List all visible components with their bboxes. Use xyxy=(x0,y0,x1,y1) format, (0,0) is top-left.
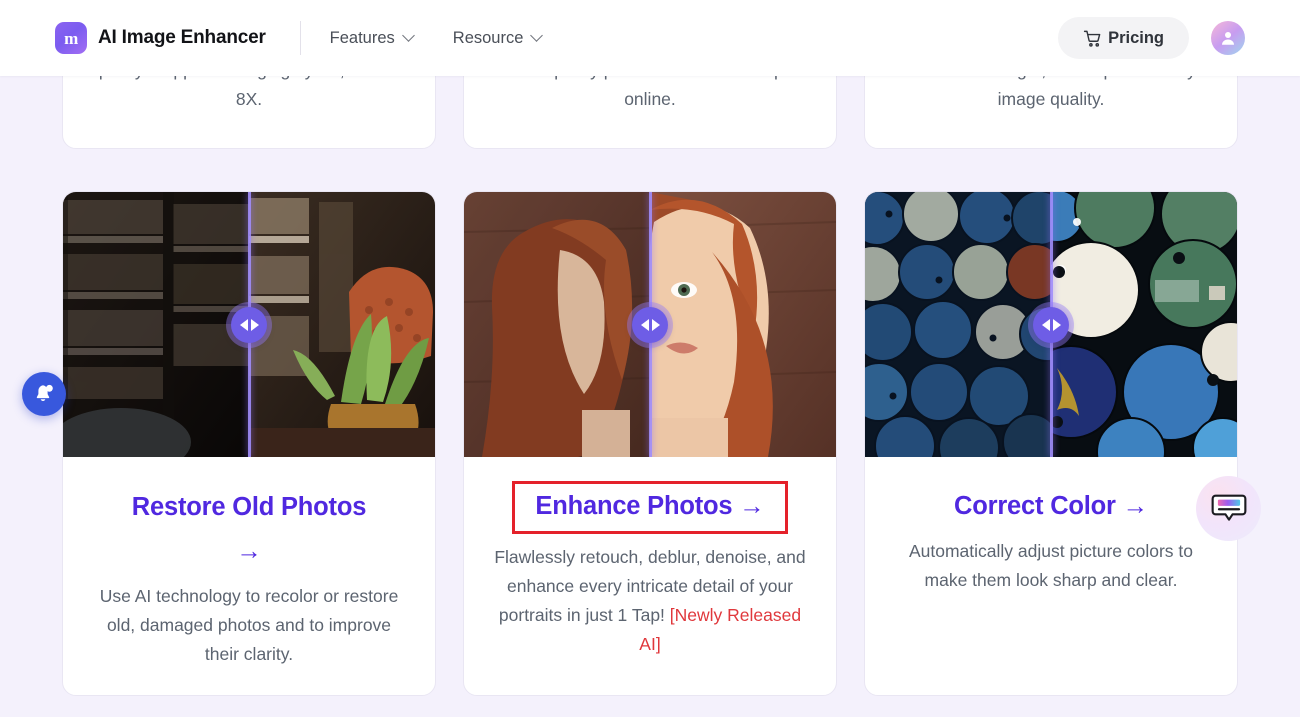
card-title-link[interactable]: Enhance Photos → xyxy=(512,481,787,534)
arrow-right-icon: → xyxy=(739,492,764,520)
feature-card-correct-color[interactable]: Correct Color → Automatically adjust pic… xyxy=(864,191,1238,696)
pricing-button[interactable]: Pricing xyxy=(1058,17,1189,59)
logo-glyph: m xyxy=(64,30,78,47)
slider-right-arrow-icon xyxy=(1053,319,1061,331)
page-root: quality. Support enlarging by 2X, 4X and… xyxy=(0,0,1300,717)
user-avatar[interactable] xyxy=(1211,21,1245,55)
nav-item-label: Features xyxy=(330,29,395,48)
card-description: Use AI technology to recolor or restore … xyxy=(93,582,405,669)
chat-widget-button[interactable] xyxy=(1196,476,1261,541)
main-nav: Features Resource xyxy=(330,29,544,48)
before-image xyxy=(464,192,650,457)
card-body: Correct Color → Automatically adjust pic… xyxy=(865,457,1237,695)
shopping-cart-icon xyxy=(1083,29,1102,48)
slider-right-arrow-icon xyxy=(251,319,259,331)
before-after-media[interactable] xyxy=(63,192,435,457)
card-title-text: Enhance Photos xyxy=(535,492,732,520)
feature-cards-row: Restore Old Photos → Use AI technology t… xyxy=(0,191,1300,696)
card-description: Flawlessly retouch, deblur, denoise, and… xyxy=(494,543,806,659)
brand-name: AI Image Enhancer xyxy=(98,27,266,49)
user-avatar-icon xyxy=(1219,29,1237,47)
feature-card-enhance-photos[interactable]: Enhance Photos → Flawlessly retouch, deb… xyxy=(463,191,837,696)
card-body: Enhance Photos → Flawlessly retouch, deb… xyxy=(464,457,836,695)
brand-logo[interactable]: m AI Image Enhancer xyxy=(55,22,266,54)
feature-card-restore-old-photos[interactable]: Restore Old Photos → Use AI technology t… xyxy=(62,191,436,696)
before-image xyxy=(63,192,249,457)
card-title-text: Restore Old Photos xyxy=(132,493,366,521)
card-title-text: Correct Color xyxy=(954,492,1116,520)
before-after-slider-handle[interactable] xyxy=(1033,307,1069,343)
card-body: Restore Old Photos → Use AI technology t… xyxy=(63,457,435,695)
app-logo-icon: m xyxy=(55,22,87,54)
slider-left-arrow-icon xyxy=(641,319,649,331)
slider-left-arrow-icon xyxy=(240,319,248,331)
chevron-down-icon xyxy=(531,30,543,42)
card-title-link[interactable]: Correct Color → xyxy=(954,485,1148,528)
notification-bell-button[interactable] xyxy=(22,372,66,416)
before-image xyxy=(865,192,1051,457)
card-description-text: Use AI technology to recolor or restore … xyxy=(100,586,399,664)
slider-right-arrow-icon xyxy=(652,319,660,331)
arrow-right-icon: → xyxy=(1123,492,1148,520)
nav-item-label: Resource xyxy=(453,29,524,48)
card-description-text: Automatically adjust picture colors to m… xyxy=(909,541,1193,590)
after-image xyxy=(650,192,836,457)
site-header: m AI Image Enhancer Features Resource Pr… xyxy=(0,0,1300,76)
after-image xyxy=(249,192,435,457)
after-image xyxy=(1051,192,1237,457)
before-after-media[interactable] xyxy=(865,192,1237,457)
card-title-link[interactable]: Restore Old Photos → xyxy=(132,485,366,573)
before-after-slider-handle[interactable] xyxy=(231,307,267,343)
header-divider xyxy=(300,21,301,55)
before-after-slider-handle[interactable] xyxy=(632,307,668,343)
before-after-media[interactable] xyxy=(464,192,836,457)
arrow-right-icon: → xyxy=(236,537,261,565)
chevron-down-icon xyxy=(403,30,415,42)
slider-left-arrow-icon xyxy=(1042,319,1050,331)
pricing-label: Pricing xyxy=(1108,29,1164,48)
chat-bubble-icon xyxy=(1211,493,1247,525)
card-description: Automatically adjust picture colors to m… xyxy=(895,537,1207,595)
nav-item-resource[interactable]: Resource xyxy=(453,29,544,48)
nav-item-features[interactable]: Features xyxy=(330,29,415,48)
notification-bell-icon xyxy=(32,382,56,406)
